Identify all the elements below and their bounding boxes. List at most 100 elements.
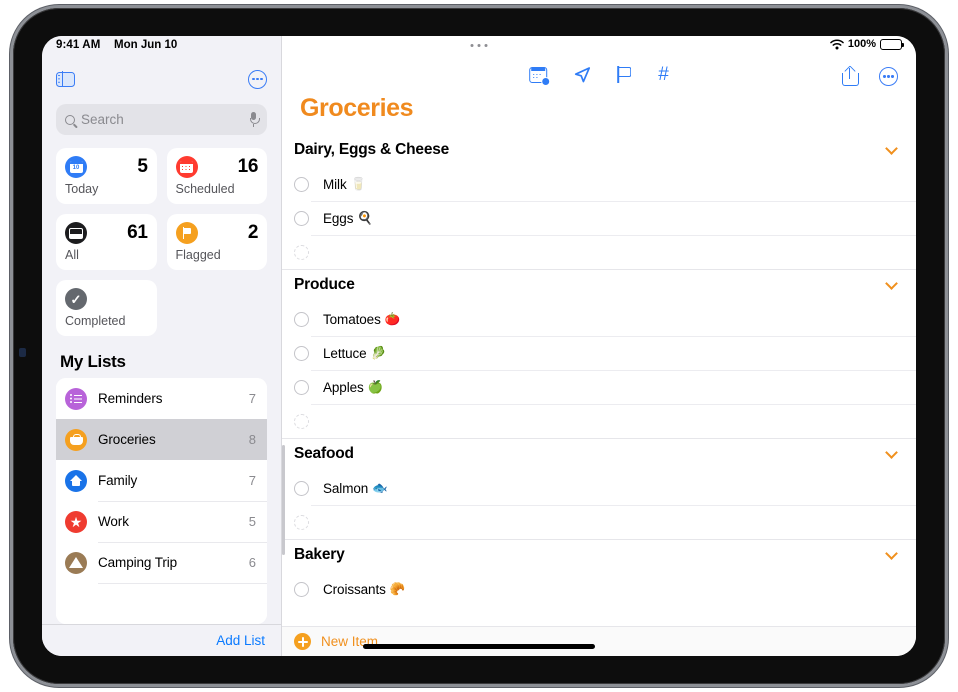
task-checkbox[interactable] (294, 311, 309, 327)
search-icon (65, 114, 75, 125)
section-title: Bakery (294, 546, 345, 563)
reminders-scroll-area[interactable]: Dairy, Eggs & Cheese Milk 🥛 Eggs 🍳 Produ… (282, 135, 916, 626)
task-title: Apples (323, 379, 364, 395)
sidebar-item-groceries[interactable]: Groceries 8 (56, 419, 267, 460)
list-name: Work (98, 514, 129, 529)
smart-list-label: Scheduled (175, 182, 235, 196)
location-arrow-icon[interactable] (573, 66, 591, 84)
task-checkbox[interactable] (294, 244, 309, 260)
table-row[interactable]: Croissants 🥐 (282, 572, 916, 606)
task-checkbox[interactable] (294, 413, 309, 429)
smart-list-label: Today (65, 182, 99, 196)
smart-list-label: Completed (65, 314, 126, 328)
section-header-dairy[interactable]: Dairy, Eggs & Cheese (282, 135, 916, 167)
flag-icon[interactable] (617, 66, 632, 83)
list-item[interactable] (56, 583, 267, 624)
task-emoji: 🍅 (384, 311, 401, 326)
table-row[interactable]: Milk 🥛 (282, 167, 916, 201)
task-title: Milk (323, 176, 347, 192)
sidebar-item-camping-trip[interactable]: Camping Trip 6 (56, 542, 267, 583)
smart-list-today[interactable]: 10 5 Today (56, 148, 157, 204)
sidebar-item-family[interactable]: Family 7 (56, 460, 267, 501)
smart-list-completed[interactable]: ✓ Completed (56, 280, 157, 336)
task-title: Eggs (323, 210, 354, 226)
home-indicator[interactable] (363, 644, 595, 649)
section-header-produce[interactable]: Produce (282, 270, 916, 302)
more-circle-icon[interactable] (879, 67, 898, 86)
smart-list-count: 5 (137, 156, 148, 177)
section-header-seafood[interactable]: Seafood (282, 439, 916, 471)
sidebar: Search 10 5 Today 16 Scheduled 61 All 2 … (42, 36, 282, 656)
chevron-down-icon[interactable] (885, 142, 898, 155)
task-emoji: 🥐 (389, 581, 406, 596)
share-icon[interactable] (842, 65, 859, 86)
task-checkbox[interactable] (294, 176, 309, 192)
list-name: Family (98, 473, 138, 488)
task-checkbox[interactable] (294, 581, 309, 597)
list-count: 8 (248, 432, 256, 447)
table-row[interactable]: Eggs 🍳 (282, 201, 916, 235)
list-name: Camping Trip (98, 555, 178, 570)
device-side-button[interactable] (19, 348, 26, 357)
tent-icon (65, 551, 87, 574)
task-emoji: 🐟 (372, 480, 388, 495)
bulleted-list-icon (65, 387, 87, 410)
checkmark-icon: ✓ (65, 288, 87, 310)
basket-icon (65, 428, 87, 451)
new-task-row[interactable] (282, 235, 916, 269)
new-task-row[interactable] (282, 505, 916, 539)
table-row[interactable]: Salmon 🐟 (282, 471, 916, 505)
flag-icon (175, 222, 198, 244)
smart-list-all[interactable]: 61 All (56, 214, 157, 270)
section-title: Dairy, Eggs & Cheese (294, 141, 450, 158)
star-icon: ★ (65, 510, 87, 533)
list-name: Reminders (98, 391, 163, 406)
table-row[interactable]: Lettuce 🥬 (282, 336, 916, 370)
task-emoji: 🍏 (367, 379, 384, 394)
sidebar-toggle-icon[interactable] (56, 70, 75, 88)
task-emoji: 🥛 (350, 176, 367, 191)
task-checkbox[interactable] (294, 480, 309, 496)
task-checkbox[interactable] (294, 514, 309, 530)
table-row[interactable]: Tomatoes 🍅 (282, 302, 916, 336)
search-input[interactable]: Search (56, 104, 267, 135)
task-title: Lettuce (323, 345, 367, 361)
chevron-down-icon[interactable] (885, 446, 898, 459)
section-header-bakery[interactable]: Bakery (282, 540, 916, 572)
microphone-icon[interactable] (249, 112, 260, 127)
task-checkbox[interactable] (294, 379, 309, 395)
task-title: Tomatoes (323, 311, 381, 327)
sidebar-item-reminders[interactable]: Reminders 7 (56, 378, 267, 419)
list-count: 5 (248, 514, 256, 529)
sidebar-item-work[interactable]: ★ Work 5 (56, 501, 267, 542)
toolbar-center-group: # (529, 65, 669, 86)
smart-list-count: 16 (237, 156, 259, 177)
task-checkbox[interactable] (294, 345, 309, 361)
vertical-scrollbar[interactable] (282, 445, 285, 555)
my-lists-heading: My Lists (60, 352, 126, 371)
task-emoji: 🍳 (357, 210, 373, 225)
ipad-device-frame: Search 10 5 Today 16 Scheduled 61 All 2 … (13, 8, 945, 684)
list-count: 6 (248, 555, 256, 570)
new-item-button[interactable]: New Item (282, 626, 916, 656)
smart-list-scheduled[interactable]: 16 Scheduled (166, 148, 267, 204)
section-title: Produce (294, 276, 355, 293)
smart-list-flagged[interactable]: 2 Flagged (166, 214, 267, 270)
house-icon (65, 469, 87, 492)
smart-list-count: 61 (127, 222, 148, 243)
chevron-down-icon[interactable] (885, 547, 898, 560)
task-checkbox[interactable] (294, 210, 309, 226)
add-list-button[interactable]: Add List (216, 633, 265, 648)
schedule-calendar-icon[interactable] (529, 66, 551, 86)
ipad-screen: Search 10 5 Today 16 Scheduled 61 All 2 … (42, 36, 916, 656)
list-count: 7 (248, 391, 256, 406)
chevron-down-icon[interactable] (885, 277, 898, 290)
table-row[interactable]: Apples 🍏 (282, 370, 916, 404)
new-task-row[interactable] (282, 404, 916, 438)
hashtag-icon[interactable]: # (658, 65, 669, 84)
plus-circle-icon (294, 633, 311, 650)
inbox-all-icon (65, 222, 87, 244)
search-placeholder: Search (81, 112, 124, 127)
task-title: Croissants (323, 581, 386, 597)
more-circle-icon[interactable] (248, 69, 267, 89)
